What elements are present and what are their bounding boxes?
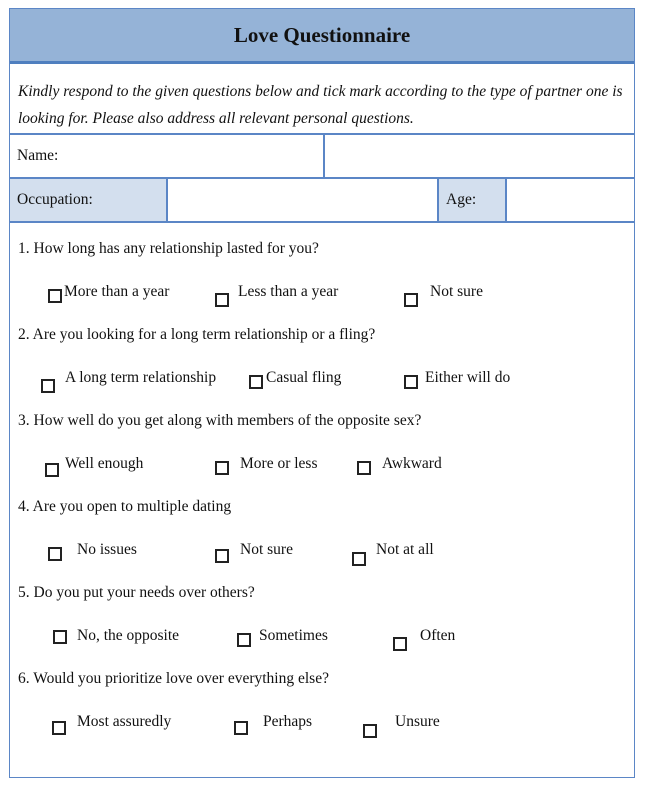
option-checkbox[interactable] (357, 461, 371, 475)
age-field[interactable] (507, 179, 634, 221)
option-label: No, the opposite (77, 627, 180, 644)
option-checkbox[interactable] (48, 547, 62, 561)
option-label: Unsure (395, 713, 440, 730)
option-label: Well enough (65, 455, 144, 472)
question-text: 4. Are you open to multiple dating (18, 498, 232, 515)
option-label: A long term relationship (65, 369, 217, 386)
option-label: Perhaps (263, 713, 313, 730)
question-text: 2. Are you looking for a long term relat… (18, 326, 376, 343)
option-label: More than a year (64, 283, 170, 300)
option-checkbox[interactable] (404, 293, 418, 307)
question-text: 5. Do you put your needs over others? (18, 584, 255, 601)
occupation-label: Occupation: (10, 179, 168, 221)
option-checkbox[interactable] (363, 724, 377, 738)
question-text: 6. Would you prioritize love over everyt… (18, 670, 329, 687)
option-label: More or less (240, 455, 318, 472)
option-label: Casual fling (266, 369, 342, 386)
question-text: 1. How long has any relationship lasted … (18, 240, 319, 257)
name-row: Name: (10, 135, 634, 179)
name-field[interactable] (325, 135, 634, 177)
option-checkbox[interactable] (41, 379, 55, 393)
questionnaire-form: Love Questionnaire Kindly respond to the… (9, 8, 635, 778)
option-label: Sometimes (259, 627, 328, 644)
age-label: Age: (439, 179, 507, 221)
option-label: Not sure (240, 541, 293, 558)
option-checkbox[interactable] (393, 637, 407, 651)
option-label: Either will do (425, 369, 511, 386)
intro-text: Kindly respond to the given questions be… (10, 64, 634, 135)
option-checkbox[interactable] (45, 463, 59, 477)
option-checkbox[interactable] (234, 721, 248, 735)
occupation-row: Occupation: Age: (10, 179, 634, 223)
option-checkbox[interactable] (237, 633, 251, 647)
option-checkbox[interactable] (215, 461, 229, 475)
option-checkbox[interactable] (48, 289, 62, 303)
option-checkbox[interactable] (404, 375, 418, 389)
form-title: Love Questionnaire (233, 22, 411, 47)
form-header: Love Questionnaire (10, 9, 634, 64)
option-checkbox[interactable] (352, 552, 366, 566)
question-text: 3. How well do you get along with member… (18, 412, 422, 429)
name-label: Name: (10, 135, 325, 177)
option-checkbox[interactable] (53, 630, 67, 644)
option-label: Most assuredly (77, 713, 172, 730)
option-label: Not sure (430, 283, 483, 300)
option-label: Often (420, 627, 456, 644)
option-label: Not at all (376, 541, 434, 558)
option-label: Less than a year (238, 283, 339, 300)
option-checkbox[interactable] (215, 549, 229, 563)
option-checkbox[interactable] (215, 293, 229, 307)
option-checkbox[interactable] (52, 721, 66, 735)
option-label: No issues (77, 541, 137, 558)
option-checkbox[interactable] (249, 375, 263, 389)
option-label: Awkward (382, 455, 442, 472)
occupation-field[interactable] (168, 179, 439, 221)
